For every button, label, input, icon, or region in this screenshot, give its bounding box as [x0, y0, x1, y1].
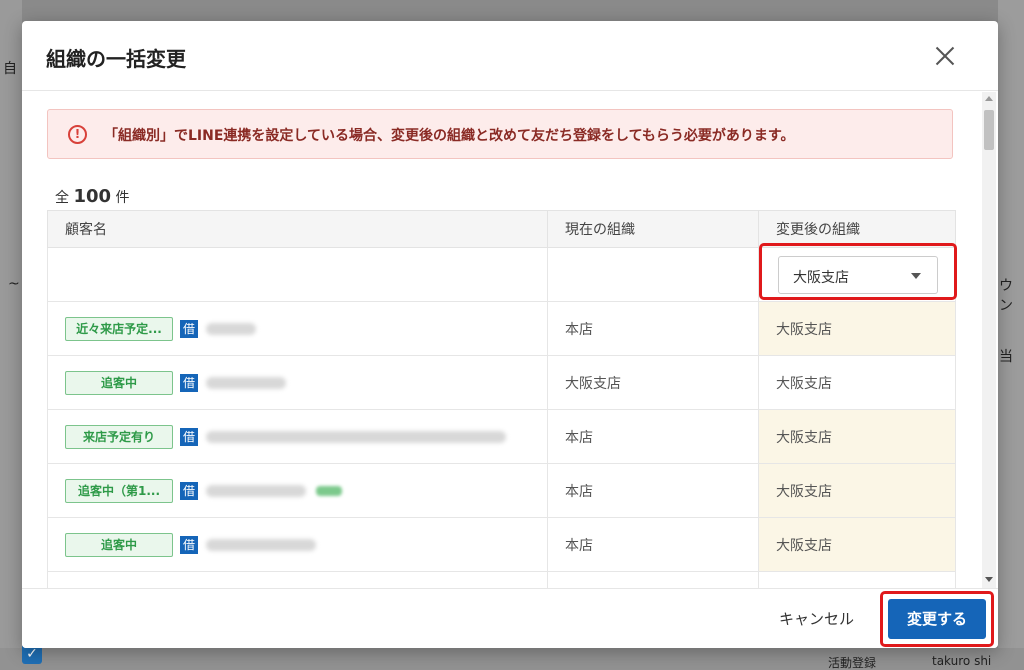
scroll-down-arrow-icon[interactable] — [985, 577, 993, 582]
cancel-button[interactable]: キャンセル — [779, 608, 854, 629]
bulk-cell-empty — [547, 247, 759, 302]
bulk-cell-select: 大阪支店 — [758, 247, 956, 302]
background-user: takuro shi — [932, 654, 992, 668]
table-row: 追客中借 大阪支店 大阪支店 — [47, 355, 956, 410]
bulk-select-row: 大阪支店 — [47, 247, 956, 302]
count-prefix: 全 — [55, 190, 69, 206]
chevron-down-icon — [911, 272, 921, 279]
status-tag: 近々来店予定... — [65, 316, 173, 341]
scroll-thumb[interactable] — [984, 110, 994, 150]
rental-badge: 借 — [180, 481, 198, 500]
column-header-new-org: 変更後の組織 — [758, 210, 956, 248]
new-org-cell: 大阪支店 — [758, 355, 956, 410]
modal-footer: キャンセル 変更する — [22, 588, 998, 648]
column-header-current-org: 現在の組織 — [547, 210, 759, 248]
rental-badge: 借 — [180, 373, 198, 392]
current-org-cell: 本店 — [547, 409, 759, 464]
customer-name-redacted[interactable] — [206, 376, 286, 389]
close-icon[interactable] — [932, 43, 958, 69]
background-label: 自 — [3, 61, 17, 77]
new-org-cell — [758, 571, 956, 588]
rental-badge: 借 — [180, 427, 198, 446]
table-row: 追客中（第1... 借 本店 大阪支店 — [47, 463, 956, 518]
bulk-change-org-modal: 組織の一括変更 ! 「組織別」でLINE連携を設定している場合、変更後の組織と改… — [22, 21, 998, 648]
customer-cell: 追客中借 — [47, 355, 548, 410]
customer-cell: 来店予定有り借 — [47, 409, 548, 464]
customer-name-redacted[interactable] — [206, 322, 256, 335]
table-row: 来店予定有り借 本店 大阪支店 — [47, 409, 956, 464]
scroll-up-arrow-icon[interactable] — [985, 96, 993, 101]
bulk-cell-empty — [47, 247, 548, 302]
table-header-row: 顧客名 現在の組織 変更後の組織 — [47, 210, 956, 248]
background-label: 当 — [999, 349, 1013, 365]
vertical-scrollbar[interactable] — [982, 92, 996, 588]
status-tag: 来店予定有り — [65, 424, 173, 449]
customer-cell: 追客中借 — [47, 517, 548, 572]
modal-header: 組織の一括変更 — [22, 21, 998, 91]
new-org-cell: 大阪支店 — [758, 517, 956, 572]
warning-alert: ! 「組織別」でLINE連携を設定している場合、変更後の組織と改めて友だち登録を… — [47, 109, 953, 159]
bulk-org-select[interactable]: 大阪支店 — [778, 255, 938, 294]
background-left-panel — [0, 0, 22, 670]
alert-exclamation-icon: ! — [68, 125, 87, 144]
table-row: 近々来店予定... 借 本店 大阪支店 — [47, 301, 956, 356]
current-org-cell: 本店 — [547, 517, 759, 572]
new-org-cell: 大阪支店 — [758, 463, 956, 518]
current-org-cell — [547, 571, 759, 588]
background-bottom-bar: 活動登録 takuro shi — [0, 648, 1024, 670]
status-tag: 追客中（第1... — [65, 478, 173, 503]
background-tilde: ~ — [8, 276, 20, 292]
background-activity-link: 活動登録 — [828, 656, 877, 670]
customer-cell: 近々来店予定... 借 — [47, 301, 548, 356]
modal-title: 組織の一括変更 — [46, 47, 186, 71]
background-right-panel — [998, 0, 1024, 670]
status-tag: 追客中 — [65, 532, 173, 557]
customer-name-redacted[interactable] — [206, 484, 306, 497]
line-badge-redacted — [316, 485, 342, 496]
current-org-cell: 本店 — [547, 463, 759, 518]
status-tag: 追客中 — [65, 370, 173, 395]
rental-badge: 借 — [180, 535, 198, 554]
column-header-customer: 顧客名 — [47, 210, 548, 248]
count-suffix: 件 — [115, 190, 130, 206]
background-label: ウン — [999, 278, 1013, 314]
new-org-cell: 大阪支店 — [758, 301, 956, 356]
customer-cell: 追客中（第1... 借 — [47, 463, 548, 518]
customer-cell — [47, 571, 548, 588]
current-org-cell: 大阪支店 — [547, 355, 759, 410]
table-row-partial — [47, 571, 956, 588]
bulk-org-select-value: 大阪支店 — [793, 269, 849, 286]
customer-name-redacted[interactable] — [206, 430, 506, 443]
customer-org-table: 顧客名 現在の組織 変更後の組織 大阪支店 近々来店予定... 借 本店 大阪支… — [47, 210, 956, 588]
rental-badge: 借 — [180, 319, 198, 338]
modal-body: ! 「組織別」でLINE連携を設定している場合、変更後の組織と改めて友だち登録を… — [22, 92, 998, 588]
current-org-cell: 本店 — [547, 301, 759, 356]
record-count: 全 100 件 — [55, 186, 129, 207]
table-row: 追客中借 本店 大阪支店 — [47, 517, 956, 572]
alert-message: 「組織別」でLINE連携を設定している場合、変更後の組織と改めて友だち登録をして… — [104, 128, 795, 144]
count-number: 100 — [73, 186, 112, 207]
new-org-cell: 大阪支店 — [758, 409, 956, 464]
submit-change-button[interactable]: 変更する — [888, 599, 986, 639]
customer-name-redacted[interactable] — [206, 538, 316, 551]
